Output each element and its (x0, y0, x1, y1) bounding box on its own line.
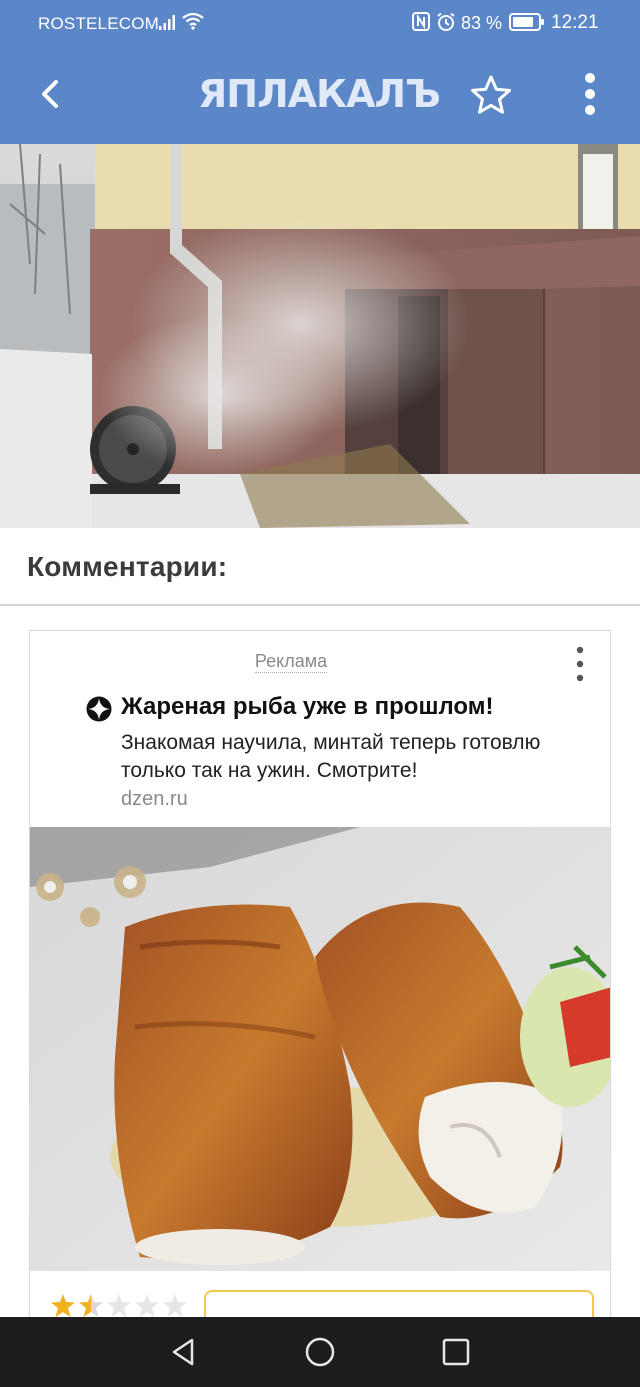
wifi-icon (182, 12, 204, 30)
ad-label: Реклама (254, 651, 328, 673)
post-photo[interactable] (0, 144, 640, 528)
dzen-logo-icon (86, 696, 112, 722)
app-bar: ЯПЛАКАЛЪ (0, 46, 640, 144)
ad-image-graphic (30, 827, 610, 1271)
clock: 12:21 (551, 12, 599, 33)
rating-star-3 (107, 1294, 131, 1317)
ad-domain[interactable]: dzen.ru (121, 788, 188, 811)
battery-percent: 83 % (461, 13, 503, 33)
signal-icon (159, 15, 175, 30)
star-icon[interactable] (468, 72, 514, 118)
ad-more-icon[interactable] (568, 645, 592, 683)
rating-star-2 (79, 1294, 103, 1317)
ad-card[interactable]: Реклама Жареная рыба уже в прошлом! Знак… (29, 630, 611, 1330)
rating-star-4 (135, 1294, 159, 1317)
system-nav-bar (0, 1317, 640, 1387)
divider (0, 604, 640, 606)
alarm-icon (437, 12, 455, 31)
post-photo-image (0, 144, 640, 528)
nfc-icon (412, 12, 430, 31)
ad-title[interactable]: Жареная рыба уже в прошлом! (121, 693, 493, 721)
more-vertical-icon[interactable] (570, 70, 610, 118)
battery-icon (509, 13, 544, 31)
rating-star-1 (51, 1294, 75, 1317)
nav-home-icon[interactable] (302, 1334, 338, 1370)
ad-rating (51, 1294, 187, 1317)
status-bar: ROSTELECOM 83 % 12:21 (0, 0, 640, 46)
nav-back-icon[interactable] (166, 1334, 202, 1370)
back-arrow-icon[interactable] (28, 72, 72, 116)
screen: ROSTELECOM 83 % 12:21 ЯПЛАКАЛЪ Комментар… (0, 0, 640, 1387)
rating-star-5 (163, 1294, 187, 1317)
ad-description[interactable]: Знакомая научила, минтай теперь готовлю … (121, 729, 606, 785)
nav-recents-icon[interactable] (438, 1334, 474, 1370)
site-logo[interactable]: ЯПЛАКАЛЪ (198, 72, 448, 116)
comments-title: Комментарии: (27, 551, 228, 582)
ad-image[interactable] (30, 827, 610, 1271)
carrier-name: ROSTELECOM (38, 14, 160, 33)
